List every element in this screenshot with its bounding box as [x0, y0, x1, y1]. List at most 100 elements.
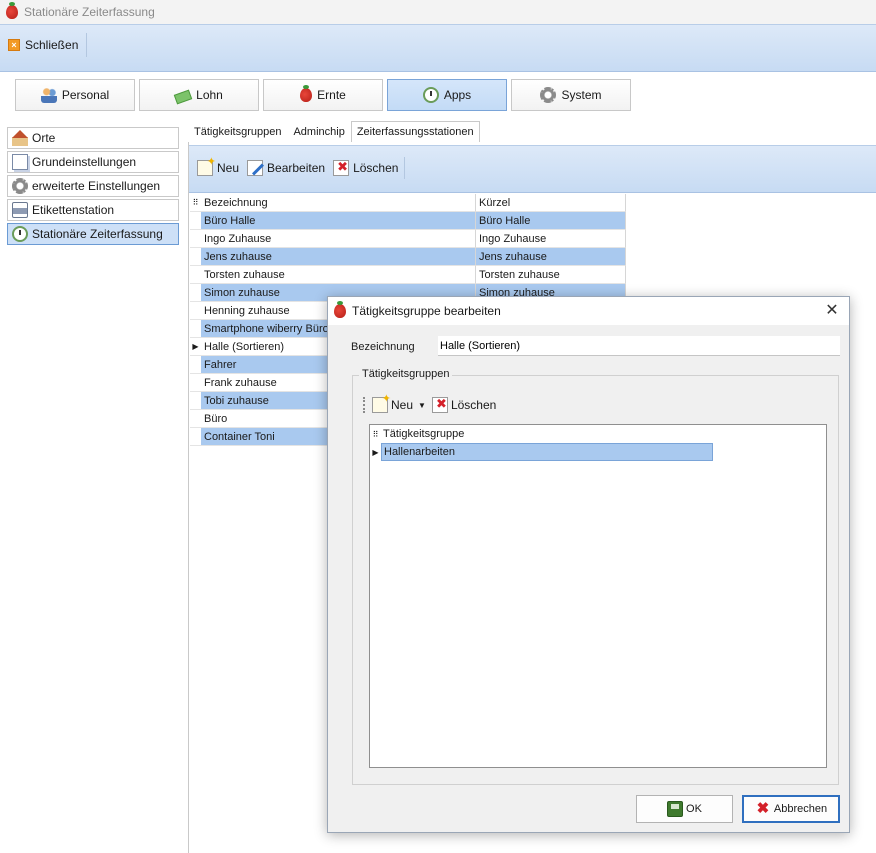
table-row[interactable]: Büro Halle Büro Halle: [190, 212, 626, 230]
table-cell[interactable]: Jens zuhause: [476, 248, 626, 266]
tab-zeiterfassungsstationen[interactable]: Zeiterfassungsstationen: [350, 121, 480, 142]
group-new-button[interactable]: Neu ▼: [372, 392, 426, 413]
table-cell[interactable]: Büro Halle: [476, 212, 626, 230]
ok-button[interactable]: OK: [636, 795, 733, 823]
tab-personal[interactable]: Personal: [15, 79, 135, 111]
close-button-label: Schließen: [25, 38, 79, 52]
group-delete-label: Löschen: [450, 398, 497, 412]
column-header-bezeichnung[interactable]: Bezeichnung: [201, 194, 476, 212]
row-indicator: [190, 284, 201, 302]
row-indicator: [190, 392, 201, 410]
tab-apps-label: Apps: [443, 88, 472, 102]
table-row[interactable]: Ingo Zuhause Ingo Zuhause: [190, 230, 626, 248]
table-row[interactable]: Torsten zuhause Torsten zuhause: [190, 266, 626, 284]
delete-button[interactable]: Löschen: [333, 159, 399, 176]
sidebar-item-label: Stationäre Zeiterfassung: [32, 227, 163, 241]
row-indicator: [190, 374, 201, 392]
bezeichnung-field[interactable]: [438, 336, 840, 356]
row-indicator: [190, 212, 201, 230]
sidebar-item-stationaere-zeiterfassung[interactable]: Stationäre Zeiterfassung: [7, 223, 179, 245]
edit-group-dialog: Tätigkeitsgruppe bearbeiten ✕ Bezeichnun…: [327, 296, 850, 833]
printer-icon: [12, 202, 28, 218]
new-button-label: Neu: [217, 161, 240, 175]
column-header-taetigkeitsgruppe[interactable]: Tätigkeitsgruppe: [381, 425, 713, 443]
sidebar-item-label: Orte: [32, 131, 56, 145]
table-cell[interactable]: Büro Halle: [201, 212, 476, 230]
tab-ernte[interactable]: Ernte: [263, 79, 383, 111]
row-indicator: [190, 410, 201, 428]
dialog-title: Tätigkeitsgruppe bearbeiten: [352, 304, 501, 318]
grid-header-row: ⠿ Bezeichnung Kürzel: [190, 194, 626, 212]
cancel-icon: ✖: [756, 800, 770, 817]
people-icon: [40, 87, 57, 103]
table-row[interactable]: Jens zuhause Jens zuhause: [190, 248, 626, 266]
main-tabs: Personal Lohn Ernte Apps System: [15, 79, 631, 111]
groups-grid-header: ⠿ Tätigkeitsgruppe: [370, 425, 826, 443]
sidebar-item-label: Etikettenstation: [32, 203, 115, 217]
row-indicator-icon: ▶: [372, 447, 379, 457]
dialog-titlebar: Tätigkeitsgruppe bearbeiten: [328, 297, 849, 325]
tab-taetigkeitsgruppen[interactable]: Tätigkeitsgruppen: [188, 121, 287, 142]
table-cell[interactable]: Jens zuhause: [201, 248, 476, 266]
strawberry-icon: [300, 85, 313, 102]
table-cell[interactable]: Hallenarbeiten: [381, 443, 713, 461]
table-cell[interactable]: Ingo Zuhause: [476, 230, 626, 248]
tab-system-label: System: [561, 88, 602, 102]
content-toolbar: Neu Bearbeiten Löschen: [189, 145, 876, 193]
table-cell[interactable]: Ingo Zuhause: [201, 230, 476, 248]
delete-button-label: Löschen: [353, 161, 399, 175]
column-header-kuerzel[interactable]: Kürzel: [476, 194, 626, 212]
edit-pencil-icon: [247, 160, 264, 176]
sidebar-item-etikettenstation[interactable]: Etikettenstation: [7, 199, 179, 221]
row-indicator: [190, 356, 201, 374]
sidebar: Orte Grundeinstellungen erweiterte Einst…: [7, 127, 179, 247]
table-row[interactable]: ▶ Hallenarbeiten: [370, 443, 826, 461]
sidebar-item-erweiterte-einstellungen[interactable]: erweiterte Einstellungen: [7, 175, 179, 197]
new-document-icon: [372, 392, 391, 413]
tab-lohn[interactable]: Lohn: [139, 79, 259, 111]
group-new-label: Neu: [391, 398, 414, 412]
content-toolbar-buttons: Neu Bearbeiten Löschen: [197, 155, 406, 179]
sidebar-item-label: erweiterte Einstellungen: [32, 179, 161, 193]
dialog-body: Bezeichnung Tätigkeitsgruppen Neu ▼ Lösc…: [328, 325, 849, 832]
tab-system[interactable]: System: [511, 79, 631, 111]
strawberry-icon: [334, 301, 346, 318]
edit-button-label: Bearbeiten: [267, 161, 326, 175]
row-indicator: [190, 248, 201, 266]
tab-personal-label: Personal: [61, 88, 110, 102]
row-indicator: [190, 428, 201, 446]
tab-apps[interactable]: Apps: [387, 79, 507, 111]
column-chooser-icon[interactable]: ⠿: [190, 194, 201, 212]
row-indicator: [190, 266, 201, 284]
row-indicator: [190, 302, 201, 320]
delete-icon: [333, 159, 350, 176]
top-toolbar: × Schließen: [0, 24, 876, 72]
tab-adminchip[interactable]: Adminchip: [287, 121, 350, 142]
current-row-indicator-icon: ▶: [190, 338, 201, 356]
gear-icon: [12, 178, 28, 194]
dialog-close-button[interactable]: ✕: [823, 302, 841, 320]
groups-box: Tätigkeitsgruppen Neu ▼ Löschen ⠿ Tätigk…: [352, 368, 839, 785]
group-delete-button[interactable]: Löschen: [431, 396, 497, 413]
cancel-button[interactable]: ✖ Abbrechen: [742, 795, 840, 823]
tab-lohn-label: Lohn: [196, 88, 223, 102]
edit-button[interactable]: Bearbeiten: [247, 160, 325, 176]
groups-toolbar: Neu ▼ Löschen: [363, 392, 497, 416]
close-icon: ×: [8, 39, 20, 51]
close-button[interactable]: × Schließen: [8, 33, 88, 57]
sidebar-item-grundeinstellungen[interactable]: Grundeinstellungen: [7, 151, 179, 173]
ok-button-label: OK: [686, 803, 702, 815]
delete-icon: [431, 396, 448, 413]
clock-icon: [422, 87, 439, 103]
bezeichnung-label: Bezeichnung: [351, 341, 415, 353]
row-indicator: [190, 230, 201, 248]
new-button[interactable]: Neu: [197, 155, 240, 176]
table-cell[interactable]: Torsten zuhause: [476, 266, 626, 284]
chevron-down-icon[interactable]: ▼: [418, 401, 426, 410]
sidebar-item-orte[interactable]: Orte: [7, 127, 179, 149]
table-cell[interactable]: Torsten zuhause: [201, 266, 476, 284]
save-icon: [667, 801, 684, 817]
app-strawberry-icon: [6, 2, 18, 19]
tab-ernte-label: Ernte: [317, 88, 346, 102]
column-chooser-icon[interactable]: ⠿: [370, 425, 381, 443]
